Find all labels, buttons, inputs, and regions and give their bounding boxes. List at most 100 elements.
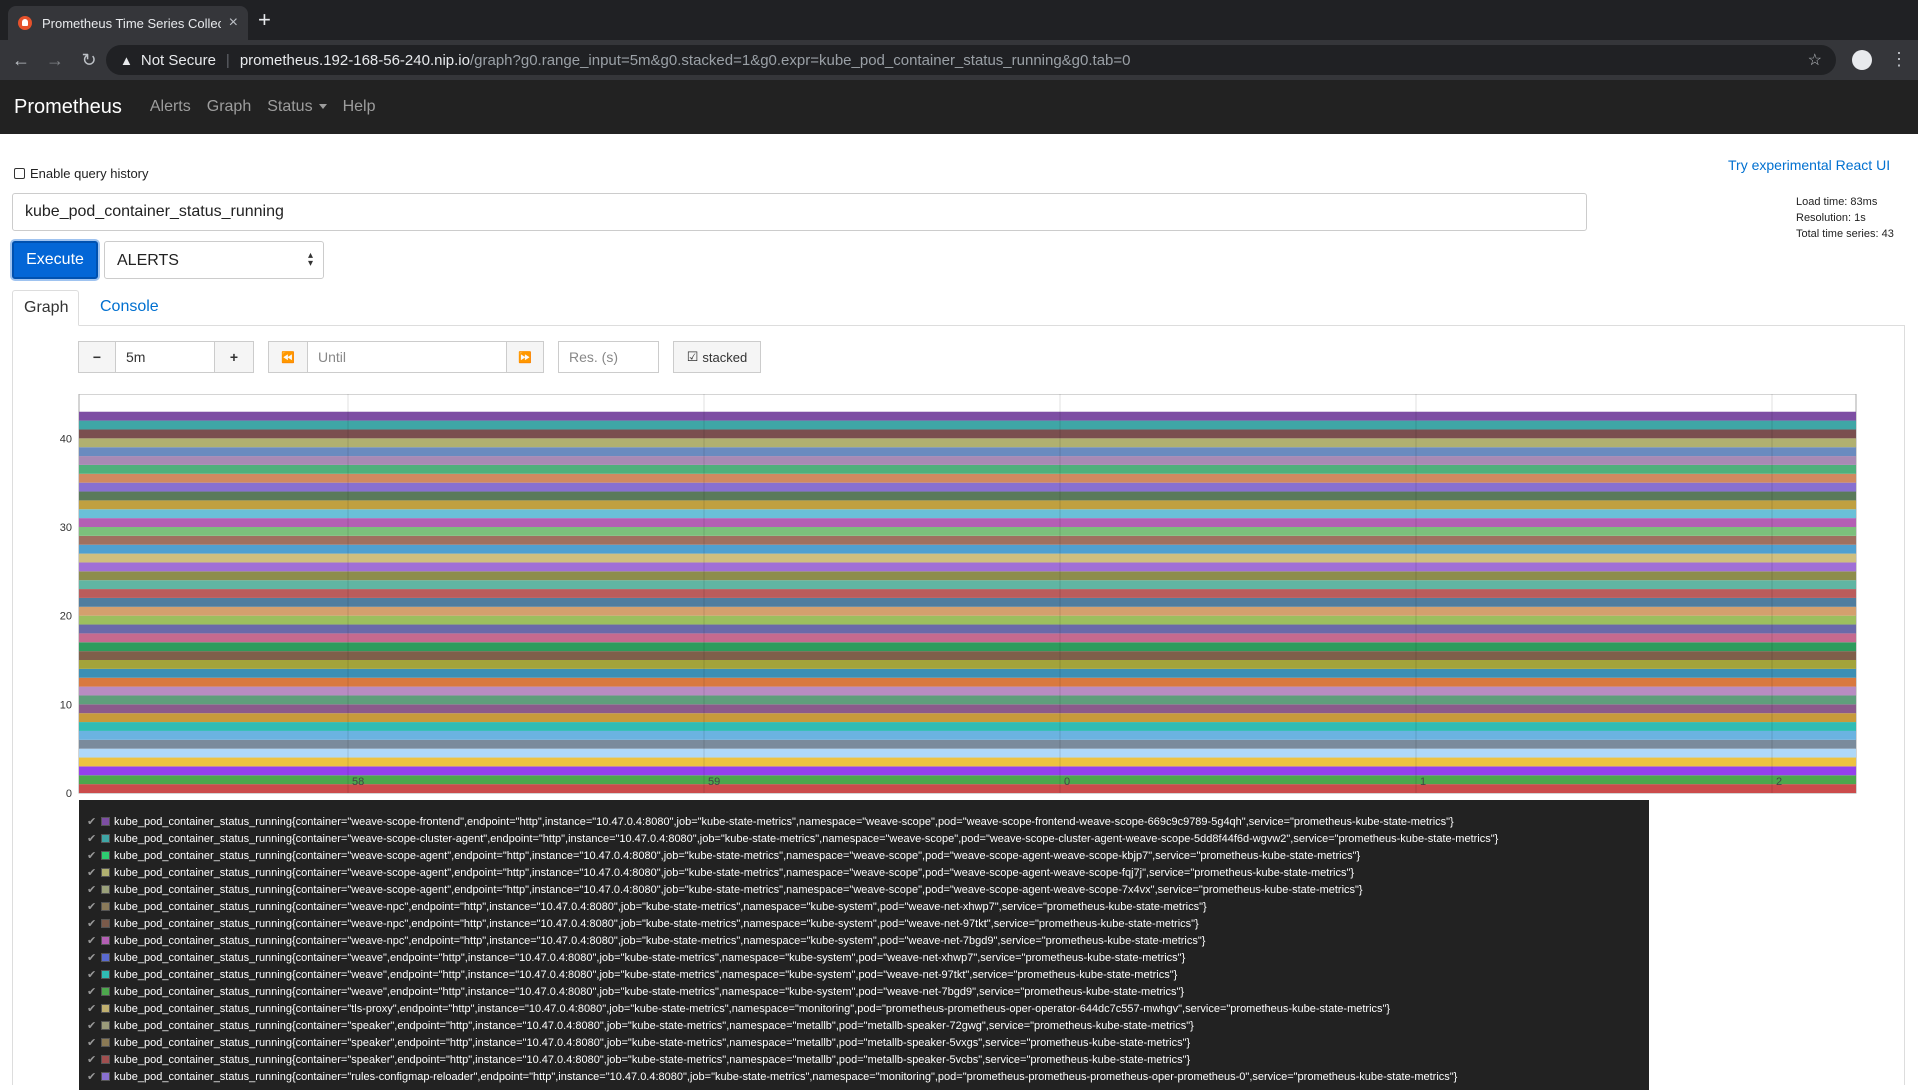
execute-button[interactable]: Execute <box>12 241 98 279</box>
series-band <box>79 668 1856 678</box>
tab-console[interactable]: Console <box>89 290 170 326</box>
tab-graph[interactable]: Graph <box>12 290 79 326</box>
legend-item[interactable]: ✔ kube_pod_container_status_running{conta… <box>87 932 1649 949</box>
checkmark-icon[interactable]: ✔ <box>87 1019 101 1032</box>
query-history-toggle[interactable]: Enable query history <box>14 166 149 181</box>
legend-label: kube_pod_container_status_running{contai… <box>114 934 1206 947</box>
time-back-button[interactable]: ⏪ <box>268 341 308 373</box>
nav-alerts[interactable]: Alerts <box>150 98 191 116</box>
legend-item[interactable]: ✔ kube_pod_container_status_running{conta… <box>87 1000 1649 1017</box>
checkmark-icon[interactable]: ✔ <box>87 968 101 981</box>
insert-metric-select[interactable]: ALERTS ▴ ▾ <box>104 241 324 279</box>
legend-item[interactable]: ✔ kube_pod_container_status_running{conta… <box>87 1051 1649 1068</box>
forward-arrow-icon[interactable]: → <box>42 50 68 71</box>
checkmark-icon[interactable]: ✔ <box>87 815 101 828</box>
legend-item[interactable]: ✔ kube_pod_container_status_running{conta… <box>87 966 1649 983</box>
legend-item[interactable]: ✔ kube_pod_container_status_running{conta… <box>87 898 1649 915</box>
brand-logo[interactable]: Prometheus <box>14 96 122 119</box>
checkmark-icon[interactable]: ✔ <box>87 985 101 998</box>
series-band <box>79 606 1856 616</box>
series-band <box>79 527 1856 536</box>
until-input[interactable]: Until <box>307 341 507 373</box>
series-legend: ✔ kube_pod_container_status_running{conta… <box>79 800 1649 1090</box>
legend-item[interactable]: ✔ kube_pod_container_status_running{conta… <box>87 847 1649 864</box>
series-band <box>79 713 1856 723</box>
legend-item[interactable]: ✔ kube_pod_container_status_running{conta… <box>87 1034 1649 1051</box>
checkmark-icon[interactable]: ✔ <box>87 832 101 845</box>
checkmark-icon[interactable]: ✔ <box>87 1070 101 1083</box>
series-band <box>79 722 1856 731</box>
checkmark-icon[interactable]: ✔ <box>87 934 101 947</box>
legend-item[interactable]: ✔ kube_pod_container_status_running{conta… <box>87 881 1649 898</box>
expression-input[interactable]: kube_pod_container_status_running <box>12 193 1587 231</box>
legend-item[interactable]: ✔ kube_pod_container_status_running{conta… <box>87 813 1649 830</box>
legend-item[interactable]: ✔ kube_pod_container_status_running{conta… <box>87 949 1649 966</box>
series-band <box>79 695 1856 705</box>
legend-swatch <box>101 1055 110 1064</box>
series-band <box>79 748 1856 758</box>
time-forward-button[interactable]: ⏩ <box>506 341 544 373</box>
y-tick-label: 40 <box>60 433 72 445</box>
legend-swatch <box>101 885 110 894</box>
total-series: Total time series: 43 <box>1796 228 1894 240</box>
legend-item[interactable]: ✔ kube_pod_container_status_running{conta… <box>87 864 1649 881</box>
back-arrow-icon[interactable]: ← <box>8 50 34 71</box>
series-band <box>79 660 1856 669</box>
checkmark-icon[interactable]: ✔ <box>87 866 101 879</box>
legend-label: kube_pod_container_status_running{contai… <box>114 1053 1191 1066</box>
series-band <box>79 473 1856 483</box>
legend-item[interactable]: ✔ kube_pod_container_status_running{conta… <box>87 830 1649 847</box>
stacked-area-chart: 0 10 20 30 40 58 59 0 1 2 <box>60 394 1857 800</box>
profile-avatar-icon[interactable] <box>1852 50 1872 70</box>
series-band <box>79 518 1856 527</box>
legend-label: kube_pod_container_status_running{contai… <box>114 1019 1194 1032</box>
legend-item[interactable]: ✔ kube_pod_container_status_running{conta… <box>87 1017 1649 1034</box>
x-tick-label: 0 <box>1064 776 1070 788</box>
stacked-button[interactable]: ☑ stacked <box>673 341 761 373</box>
checkmark-icon[interactable]: ✔ <box>87 849 101 862</box>
browser-menu-icon[interactable]: ⋮ <box>1890 49 1908 70</box>
legend-item[interactable]: ✔ kube_pod_container_status_running{conta… <box>87 983 1649 1000</box>
checkmark-icon[interactable]: ✔ <box>87 1053 101 1066</box>
checkmark-icon[interactable]: ✔ <box>87 1002 101 1015</box>
resolution-input[interactable]: Res. (s) <box>558 341 659 373</box>
range-input[interactable]: 5m <box>115 341 215 373</box>
browser-tab[interactable]: Prometheus Time Series Collec × <box>8 6 248 40</box>
legend-label: kube_pod_container_status_running{contai… <box>114 1036 1191 1049</box>
nav-status[interactable]: Status <box>267 98 327 116</box>
react-ui-link[interactable]: Try experimental React UI <box>1728 157 1890 173</box>
query-history-checkbox[interactable] <box>14 168 25 179</box>
series-band <box>79 775 1856 785</box>
result-tabs: Graph Console <box>12 290 1905 326</box>
series-band <box>79 651 1856 660</box>
checkmark-icon[interactable]: ✔ <box>87 1036 101 1049</box>
legend-label: kube_pod_container_status_running{contai… <box>114 951 1186 964</box>
nav-help[interactable]: Help <box>343 98 376 116</box>
series-band <box>79 677 1856 687</box>
series-band <box>79 730 1856 740</box>
range-increase-button[interactable]: + <box>214 341 254 373</box>
series-band <box>79 456 1856 465</box>
legend-item[interactable]: ✔ kube_pod_container_status_running{conta… <box>87 915 1649 932</box>
series-band <box>79 633 1856 643</box>
checkmark-icon[interactable]: ✔ <box>87 883 101 896</box>
checkmark-icon[interactable]: ✔ <box>87 917 101 930</box>
new-tab-button[interactable]: + <box>258 9 271 31</box>
series-band <box>79 544 1856 554</box>
checkmark-icon[interactable]: ✔ <box>87 900 101 913</box>
series-band <box>79 704 1856 714</box>
reload-icon[interactable]: ↻ <box>76 50 102 71</box>
close-tab-icon[interactable]: × <box>229 14 238 32</box>
bookmark-star-icon[interactable]: ☆ <box>1808 50 1822 70</box>
nav-graph[interactable]: Graph <box>207 98 251 116</box>
checkmark-icon[interactable]: ✔ <box>87 951 101 964</box>
legend-item[interactable]: ✔ kube_pod_container_status_running{conta… <box>87 1068 1649 1085</box>
series-band <box>79 420 1856 430</box>
security-label: Not Secure <box>140 51 216 69</box>
y-tick-label: 30 <box>60 522 72 534</box>
address-bar[interactable]: ▲ Not Secure | prometheus.192-168-56-240… <box>106 45 1836 75</box>
series-band <box>79 571 1856 581</box>
range-decrease-button[interactable]: − <box>78 341 116 373</box>
load-time: Load time: 83ms <box>1796 196 1878 208</box>
browser-toolbar: ← → ↻ ▲ Not Secure | prometheus.192-168-… <box>0 40 1918 80</box>
